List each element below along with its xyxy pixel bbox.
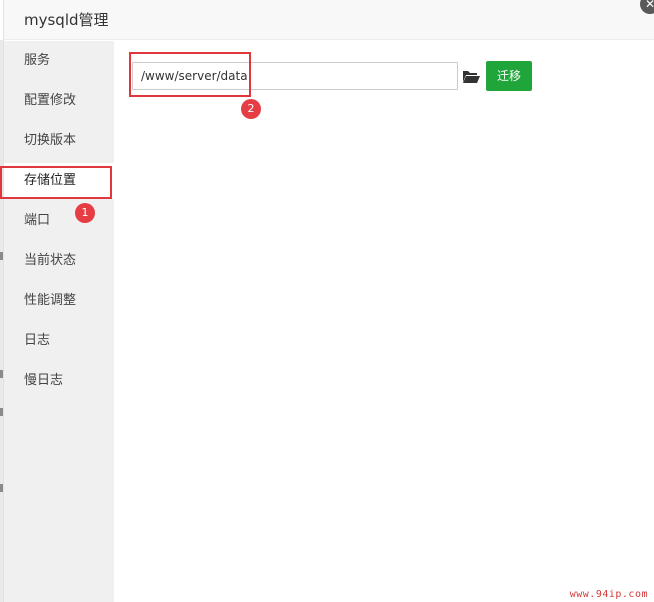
annotation-badge-2: 2 xyxy=(241,99,261,119)
sidebar-item-switch-version[interactable]: 切换版本 xyxy=(4,123,114,159)
sidebar-item-config-edit[interactable]: 配置修改 xyxy=(4,83,114,119)
annotation-box-storage-menu xyxy=(0,166,112,199)
storage-location-panel: 迁移 xyxy=(114,41,654,602)
sidebar-menu: 服务 配置修改 切换版本 存储位置 端口 当前状态 性能调整 日志 慢日志 xyxy=(4,41,114,602)
sidebar-item-port[interactable]: 端口 xyxy=(4,203,114,239)
sidebar-item-service[interactable]: 服务 xyxy=(4,43,114,79)
sidebar-item-slow-log[interactable]: 慢日志 xyxy=(4,363,114,399)
sidebar-item-logs[interactable]: 日志 xyxy=(4,323,114,359)
folder-open-icon[interactable] xyxy=(462,69,480,84)
mysqld-manage-dialog: mysqld管理 ✕ 服务 配置修改 切换版本 存储位置 端口 当前状态 性能调… xyxy=(3,0,654,602)
sidebar-item-performance-tuning[interactable]: 性能调整 xyxy=(4,283,114,319)
dialog-title-bar: mysqld管理 xyxy=(4,0,654,40)
screen: mysqld管理 ✕ 服务 配置修改 切换版本 存储位置 端口 当前状态 性能调… xyxy=(0,0,654,602)
close-icon: ✕ xyxy=(644,0,654,11)
dialog-title: mysqld管理 xyxy=(24,11,109,29)
sidebar-item-current-status[interactable]: 当前状态 xyxy=(4,243,114,279)
annotation-badge-1: 1 xyxy=(75,203,95,223)
annotation-box-path-input xyxy=(129,52,251,97)
watermark: www.94ip.com xyxy=(569,589,648,600)
migrate-button[interactable]: 迁移 xyxy=(486,61,532,91)
